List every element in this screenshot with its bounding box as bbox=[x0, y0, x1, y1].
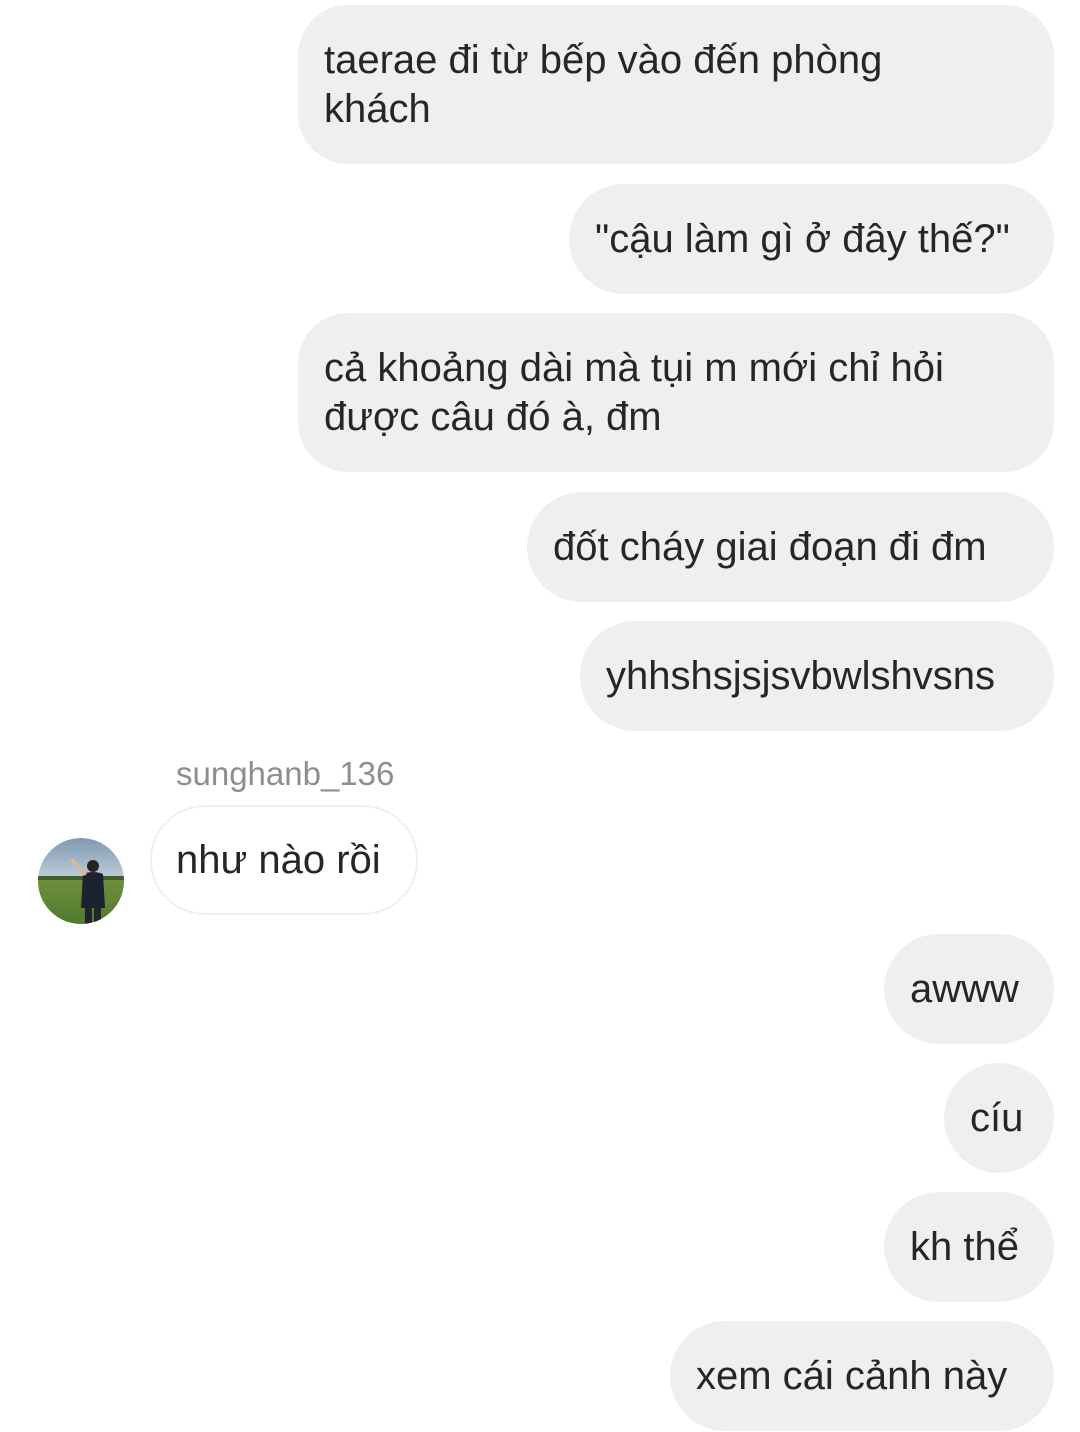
message-text: như nào rồi bbox=[176, 837, 381, 882]
message-text: "cậu làm gì ở đây thế?" bbox=[595, 216, 1010, 261]
message-text-line: taerae đi từ bếp vào đến phòng bbox=[324, 37, 883, 82]
message-text: awww bbox=[910, 966, 1019, 1011]
received-message-bubble[interactable]: như nào rồi bbox=[150, 805, 418, 915]
message-text: kh thể bbox=[910, 1224, 1019, 1269]
message-text: đốt cháy giai đoạn đi đm bbox=[553, 524, 987, 569]
message-text-line: được câu đó à, đm bbox=[324, 394, 662, 439]
message-text-line: cả khoảng dài mà tụi m mới chỉ hỏi bbox=[324, 345, 944, 390]
message-text: yhhshsjsjsvbwlshvsns bbox=[606, 653, 996, 698]
sent-message-bubble[interactable]: đốt cháy giai đoạn đi đm bbox=[527, 492, 1054, 602]
sent-message-bubble[interactable]: "cậu làm gì ở đây thế?" bbox=[569, 184, 1054, 294]
sent-message-bubble[interactable]: yhhshsjsjsvbwlshvsns bbox=[580, 621, 1054, 731]
message-text: xem cái cảnh này bbox=[696, 1353, 1008, 1398]
avatar-photo-icon bbox=[38, 838, 124, 924]
sent-message-bubble[interactable]: cíu bbox=[944, 1063, 1054, 1173]
sender-avatar[interactable] bbox=[38, 838, 124, 924]
sent-message-bubble[interactable]: cả khoảng dài mà tụi m mới chỉ hỏi được … bbox=[298, 313, 1054, 472]
sent-message-bubble[interactable]: awww bbox=[884, 934, 1054, 1044]
sender-username[interactable]: sunghanb_136 bbox=[176, 754, 394, 794]
message-text: cíu bbox=[970, 1095, 1024, 1140]
sent-message-bubble[interactable]: kh thể bbox=[884, 1192, 1054, 1302]
message-text-line: khách bbox=[324, 86, 431, 131]
sent-message-bubble[interactable]: taerae đi từ bếp vào đến phòng khách bbox=[298, 5, 1054, 164]
sent-message-bubble[interactable]: xem cái cảnh này bbox=[670, 1321, 1054, 1431]
